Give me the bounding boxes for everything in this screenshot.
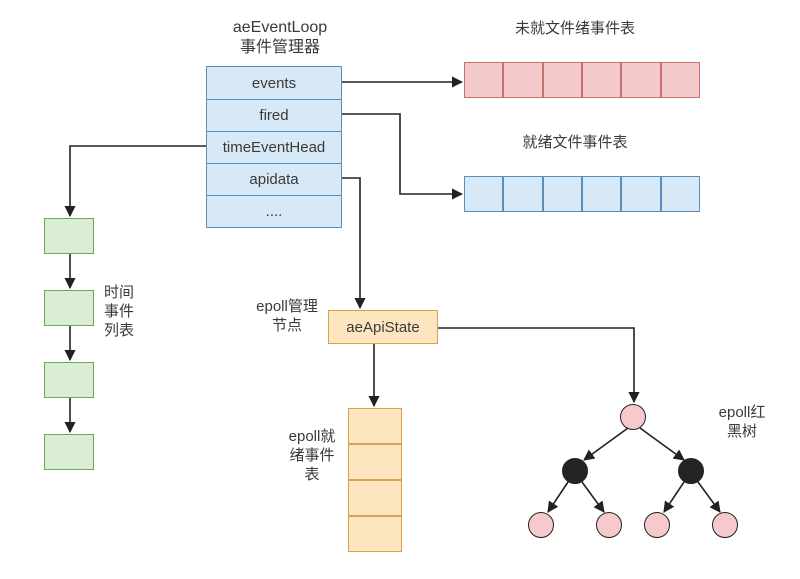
epoll-rbtree-label: epoll红黑树 xyxy=(714,404,770,442)
text: 就绪文件事件表 xyxy=(522,134,627,151)
rbtree-root xyxy=(620,404,646,430)
struct-title-zh: 事件管理器 xyxy=(205,38,355,58)
epoll-manager-label: epoll管理节点 xyxy=(254,298,320,336)
epoll-ready-label: epoll就绪事件表 xyxy=(286,428,338,484)
struct-row-more: .... xyxy=(207,195,341,227)
struct-title-en: aeEventLoop xyxy=(205,18,355,38)
epoll-ready-table xyxy=(348,408,402,552)
pending-file-table-label: 未就文件绪事件表 xyxy=(500,20,650,39)
struct-field-label: .... xyxy=(266,203,283,220)
struct-field-label: events xyxy=(252,75,296,92)
text: 未就文件绪事件表 xyxy=(515,20,635,37)
struct-field-label: fired xyxy=(259,107,288,124)
rbtree-node-rl xyxy=(644,512,670,538)
struct-field-label: apidata xyxy=(249,171,298,188)
pending-file-table xyxy=(464,62,700,98)
text: aeApiState xyxy=(346,319,419,336)
struct-row-apidata: apidata xyxy=(207,163,341,195)
struct-field-label: timeEventHead xyxy=(223,139,326,156)
ready-file-table xyxy=(464,176,700,212)
rbtree-node-rr xyxy=(712,512,738,538)
ae-event-loop-struct: events fired timeEventHead apidata .... xyxy=(206,66,342,228)
rbtree-node-ll xyxy=(528,512,554,538)
ready-file-table-label: 就绪文件事件表 xyxy=(500,134,650,153)
ae-api-state: aeApiState xyxy=(328,310,438,344)
time-event-node-3 xyxy=(44,362,94,398)
time-event-list-label: 时间事件列表 xyxy=(104,284,144,340)
time-event-node-1 xyxy=(44,218,94,254)
struct-title: aeEventLoop 事件管理器 xyxy=(205,18,355,58)
text: epoll就绪事件表 xyxy=(289,428,336,483)
rbtree-node-lr xyxy=(596,512,622,538)
struct-row-fired: fired xyxy=(207,99,341,131)
time-event-node-2 xyxy=(44,290,94,326)
text: epoll红黑树 xyxy=(719,404,766,440)
rbtree-node-r xyxy=(678,458,704,484)
struct-row-timeeventhead: timeEventHead xyxy=(207,131,341,163)
text: epoll管理节点 xyxy=(256,298,318,334)
struct-row-events: events xyxy=(207,67,341,99)
text: 时间事件列表 xyxy=(104,284,144,340)
time-event-node-4 xyxy=(44,434,94,470)
rbtree-node-l xyxy=(562,458,588,484)
